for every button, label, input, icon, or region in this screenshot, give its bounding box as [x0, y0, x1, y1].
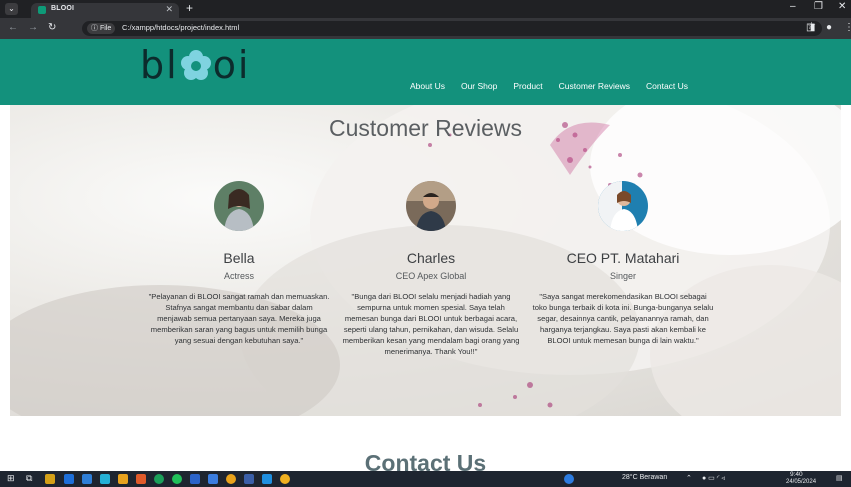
reviewer-role: Singer	[609, 271, 636, 281]
nav-contact-us[interactable]: Contact Us	[646, 81, 688, 91]
browser-tab[interactable]: BLOOI ✕	[31, 3, 179, 18]
menu-icon[interactable]: ⋮	[844, 22, 851, 33]
review-text: "Bunga dari BLOOI selalu menjadi hadiah …	[342, 292, 520, 356]
flower-logo-icon	[180, 50, 211, 80]
reviewer-name: CEO PT. Matahari	[566, 250, 680, 266]
tab-search-button[interactable]: ⌄	[5, 3, 18, 15]
notification-icon[interactable]: ▤	[836, 474, 843, 482]
review-text: "Pelayanan di BLOOI sangat ramah dan mem…	[148, 292, 330, 345]
app-icon-9[interactable]	[190, 474, 200, 484]
minimize-button[interactable]: –	[790, 1, 796, 12]
avatar	[406, 181, 456, 231]
avatar	[214, 181, 264, 231]
back-button[interactable]: ←	[8, 22, 18, 33]
main-nav: About Us Our Shop Product Customer Revie…	[410, 81, 688, 91]
review-card-charles: Charles CEO Apex Global "Bunga dari BLOO…	[336, 181, 526, 357]
browser-tab-bar: ⌄ BLOOI ✕ + – ❐ ✕	[0, 0, 851, 18]
reviewer-role: CEO Apex Global	[395, 271, 467, 281]
profile-icon[interactable]: ●	[826, 22, 832, 33]
address-bar[interactable]: ⓘ File C:/xampp/htdocs/project/index.htm…	[82, 21, 822, 36]
review-card-bella: Bella Actress "Pelayanan di BLOOI sangat…	[144, 181, 334, 346]
help-icon[interactable]	[564, 474, 574, 484]
review-text: "Saya sangat merekomendasikan BLOOI seba…	[532, 292, 714, 345]
file-explorer-icon[interactable]	[118, 474, 128, 484]
task-view-icon[interactable]: ⧉	[26, 473, 32, 484]
vscode-icon[interactable]	[262, 474, 272, 484]
reviewer-role: Actress	[223, 271, 254, 281]
app-icon-6[interactable]	[136, 474, 146, 484]
nav-about-us[interactable]: About Us	[410, 81, 445, 91]
logo-text-left: bl	[140, 43, 179, 87]
tab-title: BLOOI	[51, 5, 75, 12]
reviewer-name: Bella	[223, 250, 255, 266]
app-icon-3[interactable]	[82, 474, 92, 484]
logo-text-right: oi	[212, 43, 251, 87]
app-icon-4[interactable]	[100, 474, 110, 484]
browser-toolbar: ← → ↻ ⓘ File C:/xampp/htdocs/project/ind…	[0, 18, 851, 39]
favicon-icon	[38, 6, 46, 14]
url-text[interactable]: C:/xampp/htdocs/project/index.html	[122, 23, 239, 32]
restore-button[interactable]: ❐	[814, 1, 823, 12]
windows-start-icon[interactable]: ⊞	[7, 473, 15, 484]
app-icon-10[interactable]	[208, 474, 218, 484]
whatsapp-icon[interactable]	[172, 474, 182, 484]
tray-chevron-icon[interactable]: ⌃	[686, 474, 692, 482]
reviewer-name: Charles	[406, 250, 456, 266]
clock-date[interactable]: 24/05/2024	[786, 479, 816, 485]
nav-customer-reviews[interactable]: Customer Reviews	[559, 81, 630, 91]
weather-text[interactable]: 28°C Berawan	[622, 474, 667, 481]
new-tab-button[interactable]: +	[186, 1, 193, 15]
tray-icons[interactable]: ● ▭ ◜ ◃	[702, 474, 725, 482]
avatar	[598, 181, 648, 231]
app-icon-7[interactable]	[154, 474, 164, 484]
site-logo[interactable]: bl oi	[140, 43, 251, 87]
app-icon-14[interactable]	[280, 474, 290, 484]
side-panel-icon[interactable]: ◨	[806, 22, 815, 33]
windows-taskbar: ⊞ ⧉ 28°C Berawan ⌃ ● ▭ ◜ ◃ 9:40 24/05/20…	[0, 471, 851, 487]
nav-our-shop[interactable]: Our Shop	[461, 81, 497, 91]
site-header: bl oi About Us Our Shop Product Customer…	[0, 39, 851, 105]
close-window-button[interactable]: ✕	[838, 1, 846, 12]
forward-button[interactable]: →	[28, 22, 38, 33]
app-icon-12[interactable]	[244, 474, 254, 484]
tab-close-icon[interactable]: ✕	[165, 4, 173, 15]
reload-button[interactable]: ↻	[48, 22, 56, 33]
nav-product[interactable]: Product	[513, 81, 542, 91]
site-info-chip[interactable]: ⓘ File	[87, 23, 116, 34]
chrome-icon[interactable]	[226, 474, 236, 484]
review-card-matahari: CEO PT. Matahari Singer "Saya sangat mer…	[528, 181, 718, 346]
reviews-section: Customer Reviews Bella Actress "Pelayana…	[10, 105, 841, 416]
clock-time[interactable]: 9:40	[790, 471, 803, 478]
app-icon-1[interactable]	[45, 474, 55, 484]
section-title: Customer Reviews	[329, 115, 522, 141]
app-icon-2[interactable]	[64, 474, 74, 484]
